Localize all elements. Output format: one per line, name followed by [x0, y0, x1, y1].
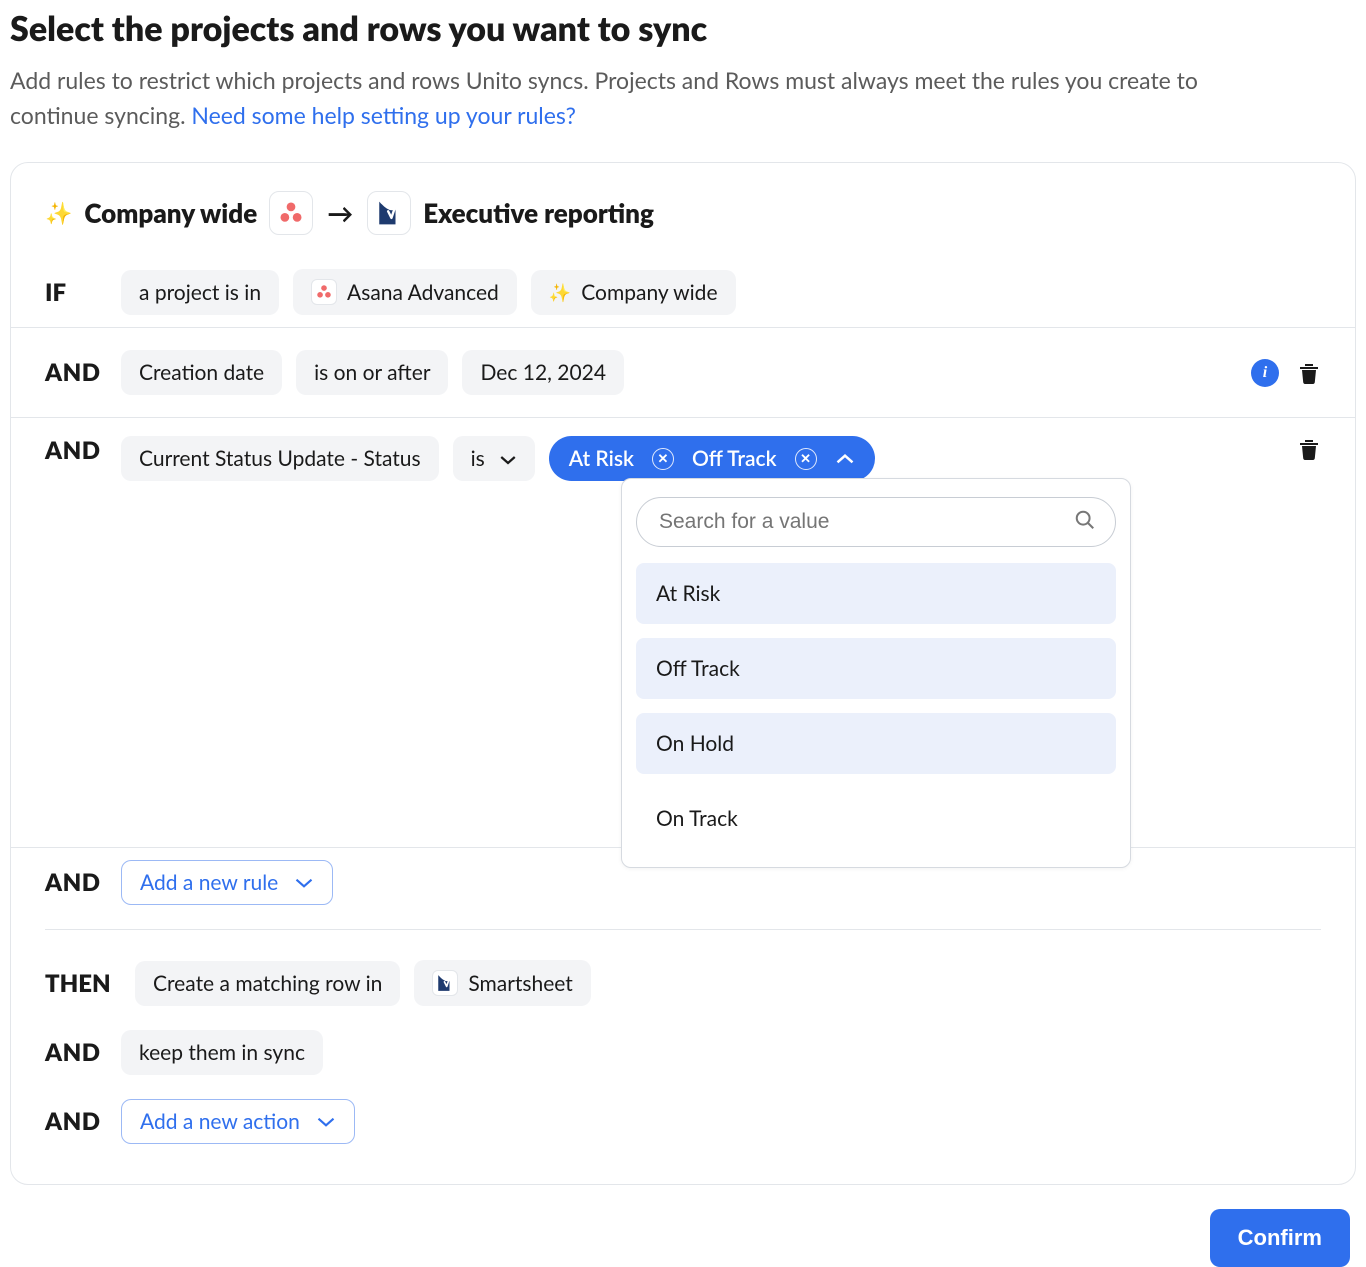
add-action-label: Add a new action — [140, 1109, 300, 1134]
search-icon — [1074, 509, 1096, 535]
arrow-right-icon: → — [327, 197, 353, 229]
subtitle-text: Add rules to restrict which projects and… — [10, 66, 1198, 129]
info-icon[interactable]: i — [1251, 359, 1279, 387]
sync-action-text[interactable]: keep them in sync — [121, 1030, 323, 1075]
remove-at-risk-icon[interactable]: ✕ — [652, 448, 674, 470]
then-row: THEN Create a matching row in Smartsheet — [11, 948, 1355, 1018]
option-on-hold[interactable]: On Hold — [636, 713, 1116, 774]
and-keyword: AND — [45, 358, 107, 387]
delete-rule-button-2[interactable] — [1297, 436, 1321, 462]
and-keyword-3: AND — [45, 868, 107, 897]
asana-icon — [269, 191, 313, 235]
if-tool-label: Asana Advanced — [347, 280, 499, 305]
chip-off-track: Off Track — [692, 446, 777, 471]
smartsheet-mini-icon — [432, 970, 458, 996]
and-status-row: AND Current Status Update - Status is At… — [11, 418, 1355, 848]
then-keyword: THEN — [45, 969, 121, 998]
and-creation-date-row: AND Creation date is on or after Dec 12,… — [11, 327, 1355, 418]
flow-header: ✨ Company wide → Executive reporting — [11, 191, 1355, 257]
and-keyword-4: AND — [45, 1038, 107, 1067]
section-divider — [45, 929, 1321, 930]
add-action-row: AND Add a new action — [11, 1087, 1355, 1156]
chip-at-risk: At Risk — [569, 446, 634, 471]
status-dropdown: At Risk Off Track On Hold On Track — [621, 478, 1131, 868]
if-keyword: IF — [45, 278, 107, 307]
remove-off-track-icon[interactable]: ✕ — [795, 448, 817, 470]
add-rule-button[interactable]: Add a new rule — [121, 860, 333, 905]
operator-is-label: is — [471, 446, 485, 471]
then-action-text[interactable]: Create a matching row in — [135, 961, 400, 1006]
and-keyword-5: AND — [45, 1107, 107, 1136]
help-link[interactable]: Need some help setting up your rules? — [191, 101, 575, 129]
if-scope-chip[interactable]: ✨ Company wide — [531, 270, 736, 315]
page-title: Select the projects and rows you want to… — [10, 8, 1356, 49]
asana-mini-icon — [311, 279, 337, 305]
if-tool-chip[interactable]: Asana Advanced — [293, 269, 517, 315]
field-status[interactable]: Current Status Update - Status — [121, 436, 439, 481]
dropdown-search-input[interactable] — [636, 497, 1116, 547]
if-scope-label: Company wide — [581, 280, 717, 305]
page-subtitle: Add rules to restrict which projects and… — [10, 63, 1210, 132]
status-multiselect[interactable]: At Risk ✕ Off Track ✕ — [549, 436, 875, 481]
add-rule-label: Add a new rule — [140, 870, 278, 895]
rules-card: ✨ Company wide → Executive reporting IF … — [10, 162, 1356, 1185]
chevron-down-icon — [499, 446, 517, 471]
source-name: Company wide — [84, 197, 257, 229]
option-off-track[interactable]: Off Track — [636, 638, 1116, 699]
chevron-up-icon — [835, 446, 855, 471]
dest-name: Executive reporting — [423, 197, 654, 229]
if-row: IF a project is in Asana Advanced ✨ Comp… — [11, 257, 1355, 327]
option-on-track[interactable]: On Track — [636, 788, 1116, 849]
then-tool-label: Smartsheet — [468, 971, 573, 996]
sparkle-icon: ✨ — [45, 199, 72, 227]
delete-rule-button[interactable] — [1297, 360, 1321, 386]
value-date[interactable]: Dec 12, 2024 — [462, 350, 624, 395]
smartsheet-icon — [367, 191, 411, 235]
and-sync-row: AND keep them in sync — [11, 1018, 1355, 1087]
add-action-button[interactable]: Add a new action — [121, 1099, 355, 1144]
if-condition-text[interactable]: a project is in — [121, 270, 279, 315]
sparkle-mini-icon: ✨ — [549, 281, 571, 304]
option-at-risk[interactable]: At Risk — [636, 563, 1116, 624]
field-creation-date[interactable]: Creation date — [121, 350, 282, 395]
operator-is-on-or-after[interactable]: is on or after — [296, 350, 448, 395]
confirm-button[interactable]: Confirm — [1210, 1209, 1350, 1267]
and-keyword-2: AND — [45, 436, 107, 465]
then-tool-chip[interactable]: Smartsheet — [414, 960, 591, 1006]
operator-is-select[interactable]: is — [453, 436, 535, 481]
